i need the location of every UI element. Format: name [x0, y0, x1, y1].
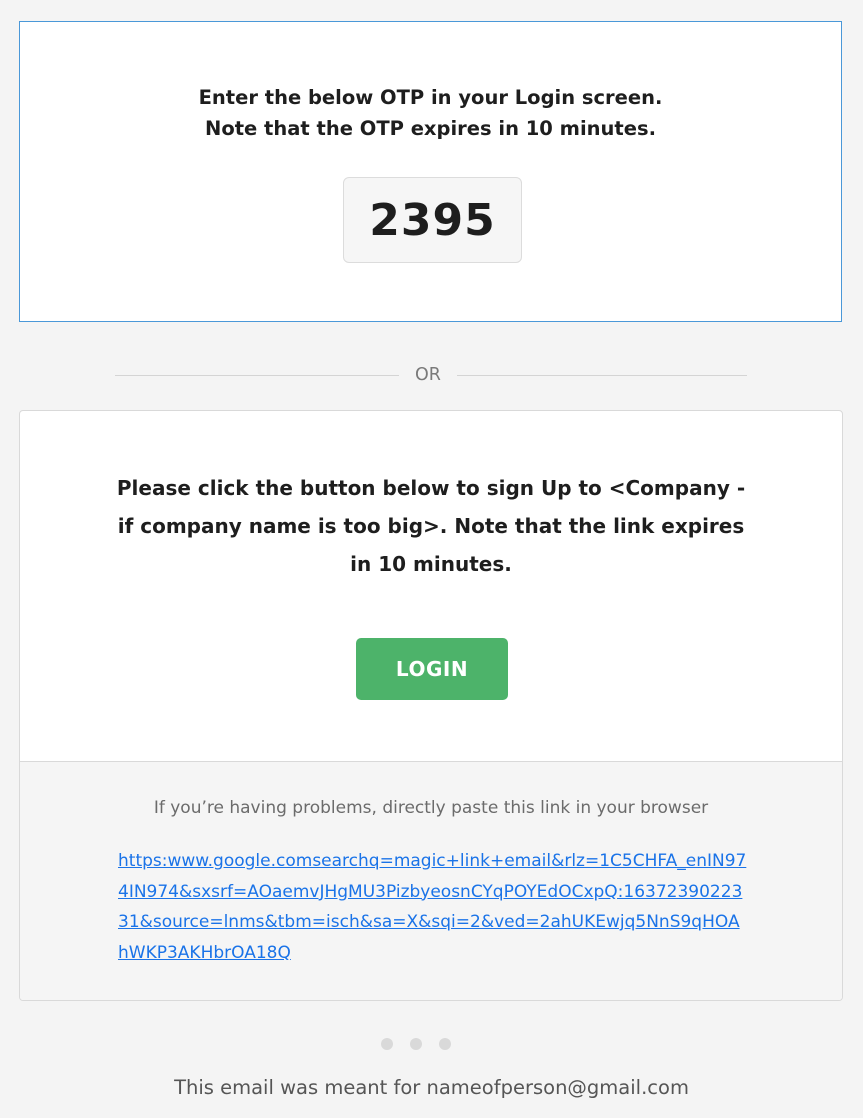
divider-label: OR: [415, 365, 441, 385]
otp-instruction-line-1: Enter the below OTP in your Login screen…: [198, 86, 663, 109]
login-message: Please click the button below to sign Up…: [116, 476, 746, 576]
divider-line-right: [457, 375, 747, 376]
footer-recipient-text: This email was meant for nameofperson@gm…: [174, 1076, 689, 1099]
divider-line-left: [115, 375, 399, 376]
fallback-instructions: If you’re having problems, directly past…: [153, 798, 709, 818]
otp-instructions: Enter the below OTP in your Login screen…: [20, 82, 841, 144]
login-card: Please click the button below to sign Up…: [19, 410, 843, 1001]
pagination-dot: [439, 1038, 451, 1050]
fallback-link[interactable]: https:www.google.comsearchq=magic+link+e…: [118, 846, 750, 968]
pagination-dot: [410, 1038, 422, 1050]
pagination-dots: [381, 1038, 451, 1050]
otp-code: 2395: [343, 177, 522, 263]
pagination-dot: [381, 1038, 393, 1050]
otp-card: Enter the below OTP in your Login screen…: [19, 21, 842, 322]
otp-instruction-line-2: Note that the OTP expires in 10 minutes.: [205, 117, 656, 140]
fallback-section: If you’re having problems, directly past…: [20, 761, 842, 1000]
or-divider: OR: [115, 362, 747, 390]
login-button[interactable]: LOGIN: [356, 638, 508, 700]
